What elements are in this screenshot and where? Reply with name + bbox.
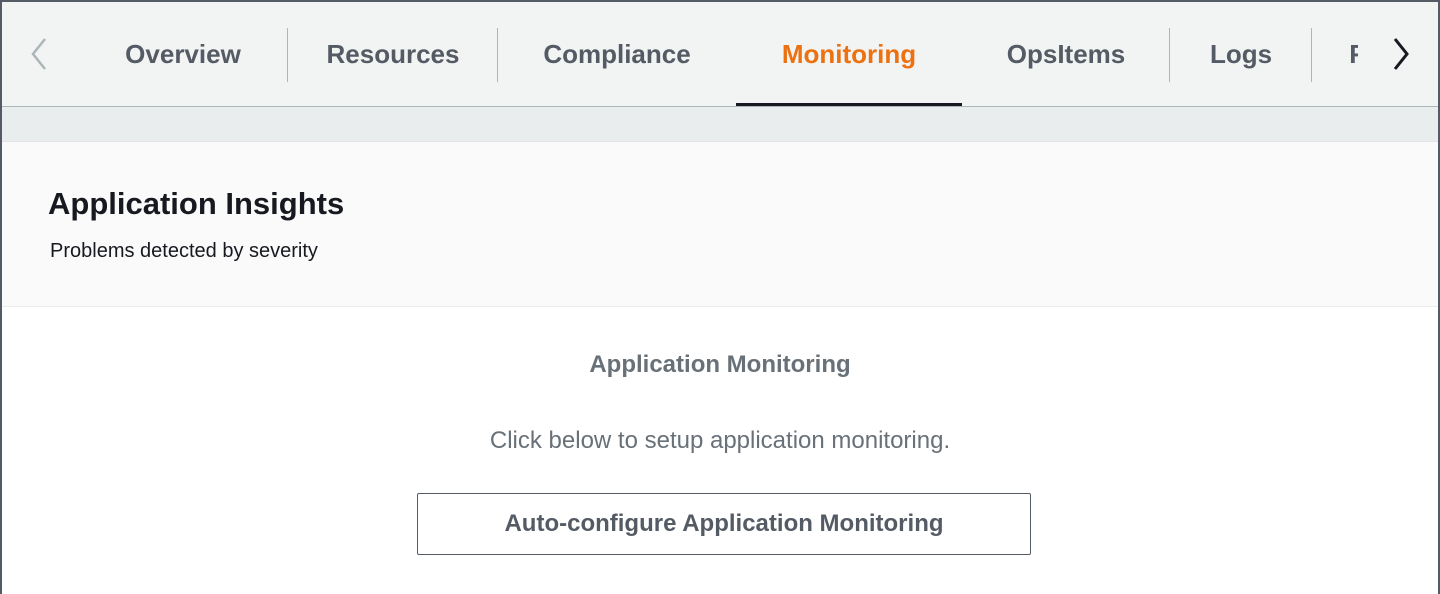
tab-label: R <box>1349 39 1358 70</box>
tab-list: Overview Resources Compliance Monitoring… <box>78 2 1358 106</box>
active-tab-indicator <box>736 103 962 106</box>
tab-compliance[interactable]: Compliance <box>498 2 736 106</box>
tab-label: OpsItems <box>1006 38 1126 69</box>
card-title: Application Insights <box>48 186 345 221</box>
tab-label: Logs <box>1209 38 1273 69</box>
chevron-left-icon <box>31 38 46 70</box>
chevron-right-icon <box>1393 38 1409 70</box>
empty-state: Application Monitoring Click below to se… <box>2 307 1438 594</box>
card-subtitle: Problems detected by severity <box>50 240 318 262</box>
empty-state-title: Application Monitoring <box>589 351 851 378</box>
tab-label: Monitoring <box>781 38 917 69</box>
tab-label: Overview <box>125 38 241 69</box>
tab-truncated[interactable]: R <box>1312 2 1358 106</box>
application-panel: Overview Resources Compliance Monitoring… <box>0 0 1440 594</box>
empty-state-description: Click below to setup application monitor… <box>489 427 951 454</box>
tab-logs[interactable]: Logs <box>1170 2 1312 106</box>
tab-opsitems[interactable]: OpsItems <box>962 2 1170 106</box>
tab-label: Resources <box>326 38 460 69</box>
auto-configure-monitoring-button[interactable]: Auto-configure Application Monitoring <box>417 493 1031 555</box>
tab-bar: Overview Resources Compliance Monitoring… <box>2 2 1438 107</box>
tab-monitoring[interactable]: Monitoring <box>736 2 962 106</box>
tab-overview[interactable]: Overview <box>78 2 288 106</box>
tab-resources[interactable]: Resources <box>288 2 498 106</box>
scroll-right-button[interactable] <box>1366 2 1436 106</box>
tab-label: Compliance <box>543 38 691 69</box>
card-header: Application Insights Problems detected b… <box>2 142 1438 307</box>
content-divider-strip <box>2 107 1438 142</box>
scroll-left-button[interactable] <box>4 2 74 106</box>
